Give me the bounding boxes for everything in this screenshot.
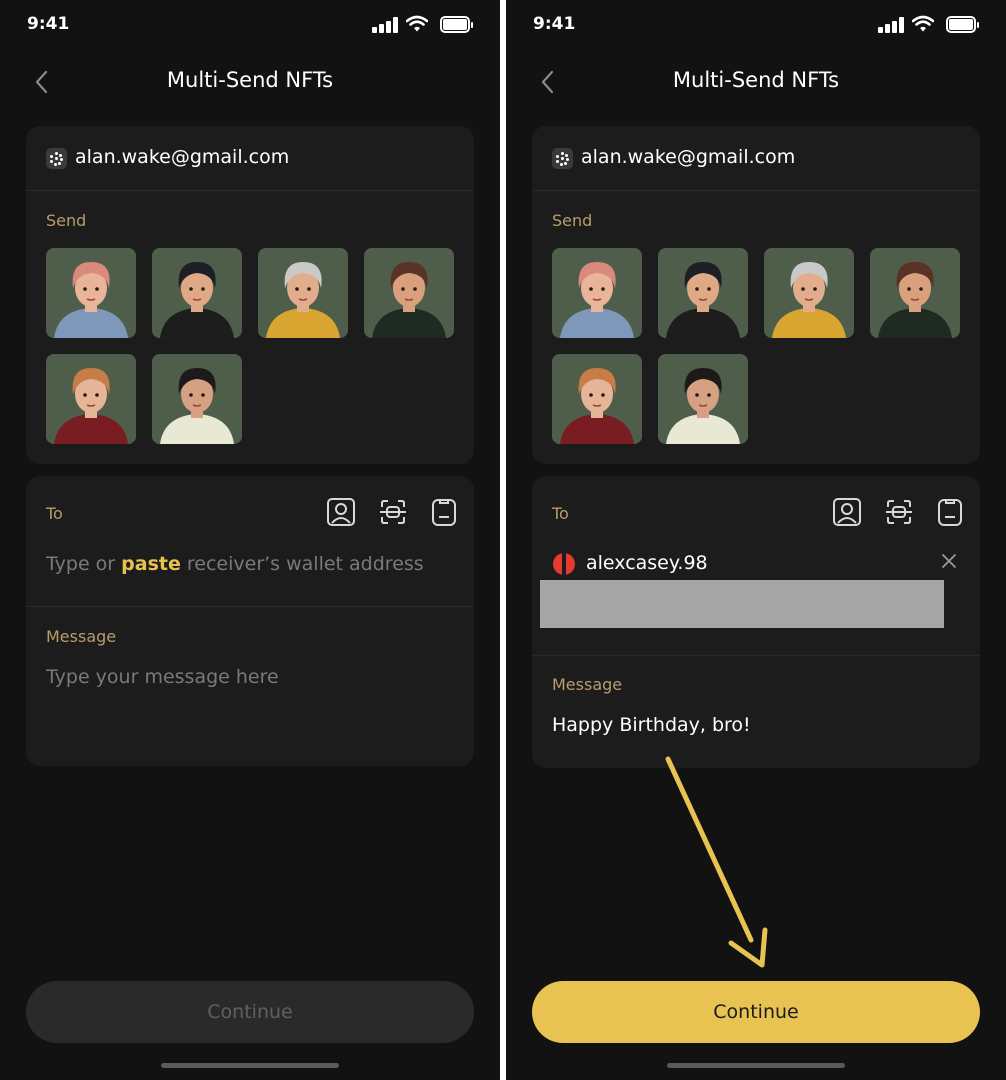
address-placeholder-suffix: receiver’s wallet address — [180, 553, 424, 575]
divider — [26, 606, 474, 607]
status-bar: 9:41 — [0, 0, 500, 50]
beanie-woman-avatar[interactable] — [152, 354, 242, 444]
sender-card: alan.wake@gmail.com Send — [26, 126, 474, 464]
screens-container: 9:41 Multi-Send NFTs alan.wake@gmail.com… — [0, 0, 1006, 1080]
scan-icon[interactable] — [378, 497, 408, 527]
clipboard-icon[interactable] — [429, 497, 459, 527]
scan-icon[interactable] — [884, 497, 914, 527]
status-bar: 9:41 — [506, 0, 1006, 50]
address-placeholder-prefix: Type or — [46, 553, 122, 575]
paste-link[interactable]: paste — [121, 553, 181, 575]
cap-man-avatar[interactable] — [764, 248, 854, 338]
status-time: 9:41 — [533, 14, 576, 34]
home-indicator — [161, 1063, 339, 1068]
continue-button[interactable]: Continue — [532, 981, 980, 1043]
message-input[interactable]: Happy Birthday, bro! — [552, 714, 751, 736]
curly-blonde-woman-avatar[interactable] — [552, 354, 642, 444]
to-label: To — [46, 504, 63, 523]
black-haired-man-avatar[interactable] — [658, 248, 748, 338]
status-time: 9:41 — [27, 14, 70, 34]
black-haired-man-avatar[interactable] — [152, 248, 242, 338]
sender-email: alan.wake@gmail.com — [75, 146, 290, 168]
brown-haired-man-avatar[interactable] — [364, 248, 454, 338]
sender-row: alan.wake@gmail.com — [532, 126, 980, 191]
message-label: Message — [46, 627, 117, 646]
contacts-icon[interactable] — [326, 497, 356, 527]
battery-icon — [946, 16, 980, 34]
beanie-woman-avatar[interactable] — [658, 354, 748, 444]
send-label: Send — [46, 211, 87, 230]
sender-email: alan.wake@gmail.com — [581, 146, 796, 168]
wifi-icon — [912, 15, 934, 32]
battery-icon — [440, 16, 474, 34]
pink-haired-woman-avatar[interactable] — [552, 248, 642, 338]
close-icon[interactable] — [940, 552, 958, 570]
brown-haired-man-avatar[interactable] — [870, 248, 960, 338]
cap-man-avatar[interactable] — [258, 248, 348, 338]
signal-icon — [878, 17, 904, 33]
message-label: Message — [552, 675, 623, 694]
contacts-icon[interactable] — [832, 497, 862, 527]
to-label: To — [552, 504, 569, 523]
wallet-icon — [46, 148, 67, 169]
recipient-card: To alexcasey.98 Message Happy Birthday, … — [532, 476, 980, 768]
pink-haired-woman-avatar[interactable] — [46, 248, 136, 338]
sender-card: alan.wake@gmail.com Send — [532, 126, 980, 464]
send-label: Send — [552, 211, 593, 230]
page-title: Multi-Send NFTs — [672, 68, 840, 92]
signal-icon — [372, 17, 398, 33]
screen-filled-form: 9:41 Multi-Send NFTs alan.wake@gmail.com… — [506, 0, 1006, 1080]
message-input[interactable]: Type your message here — [46, 666, 279, 688]
continue-button[interactable]: Continue — [26, 981, 474, 1043]
address-input[interactable]: Type or paste receiver’s wallet address — [46, 553, 424, 575]
wifi-icon — [406, 15, 428, 32]
curly-blonde-woman-avatar[interactable] — [46, 354, 136, 444]
divider — [532, 655, 980, 656]
redacted-address — [540, 580, 944, 628]
screen-empty-form: 9:41 Multi-Send NFTs alan.wake@gmail.com… — [0, 0, 500, 1080]
sender-row: alan.wake@gmail.com — [26, 126, 474, 191]
recipient-card: To Type or paste receiver’s wallet addre… — [26, 476, 474, 766]
home-indicator — [667, 1063, 845, 1068]
recipient-avatar-icon — [553, 553, 575, 575]
clipboard-icon[interactable] — [935, 497, 965, 527]
wallet-icon — [552, 148, 573, 169]
recipient-name: alexcasey.98 — [586, 552, 708, 574]
page-title: Multi-Send NFTs — [166, 68, 334, 92]
